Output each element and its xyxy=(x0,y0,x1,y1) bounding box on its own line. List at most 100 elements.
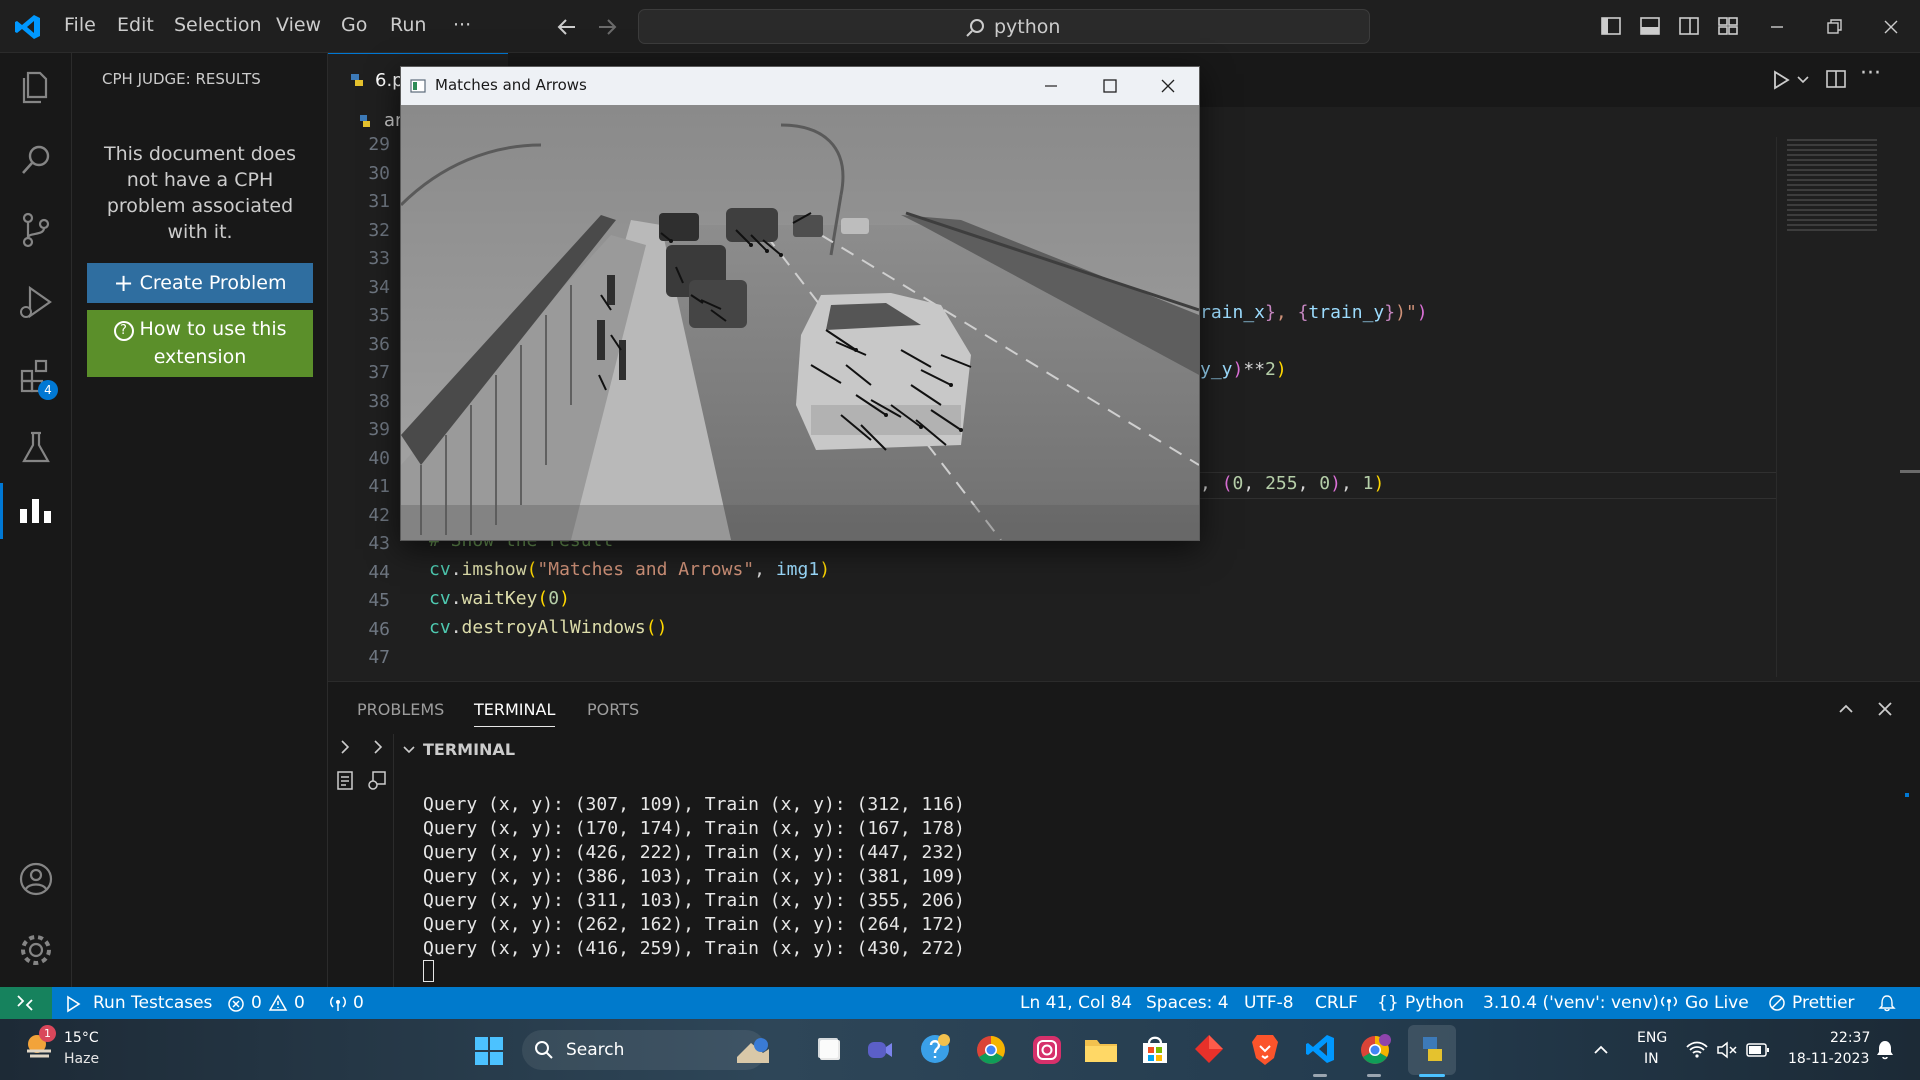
line-number: 42 xyxy=(368,504,390,526)
close-window-icon[interactable] xyxy=(1881,17,1901,37)
menu-file[interactable]: File xyxy=(64,14,96,36)
cursor-position[interactable]: Ln 41, Col 84 xyxy=(1020,993,1132,1013)
toggle-panel-icon[interactable] xyxy=(1639,15,1661,37)
more-actions-icon[interactable]: ··· xyxy=(1860,61,1881,86)
close-icon[interactable] xyxy=(1160,78,1176,94)
python-interpreter[interactable]: 3.10.4 ('venv': venv) xyxy=(1483,993,1659,1013)
menu-run[interactable]: Run xyxy=(390,14,426,36)
line-number: 46 xyxy=(368,618,390,640)
bell-icon[interactable] xyxy=(1878,994,1896,1012)
code-line-45[interactable]: cv.waitKey(0) xyxy=(429,588,570,609)
help-app-icon[interactable] xyxy=(918,1032,952,1066)
code-line-44[interactable]: cv.imshow("Matches and Arrows", img1) xyxy=(429,559,830,580)
menu-view[interactable]: View xyxy=(276,14,321,36)
account-icon[interactable] xyxy=(14,857,58,901)
terminal-list-icon[interactable] xyxy=(334,769,356,791)
brave-browser-icon[interactable] xyxy=(1248,1032,1282,1068)
scrollbar-marker xyxy=(1900,470,1920,473)
run-testcases-button[interactable]: Run Testcases xyxy=(93,993,212,1013)
create-problem-button[interactable]: + Create Problem xyxy=(87,263,313,303)
language-eng[interactable]: ENG xyxy=(1637,1030,1667,1046)
opencv-window: Matches and Arrows xyxy=(400,66,1200,541)
tab-ports[interactable]: PORTS xyxy=(587,700,639,719)
chevron-down-icon[interactable] xyxy=(1796,73,1810,87)
minimap[interactable] xyxy=(1776,137,1900,677)
chevron-right-icon[interactable] xyxy=(336,738,354,756)
maximize-panel-chevron-up-icon[interactable] xyxy=(1836,699,1856,719)
menu-edit[interactable]: Edit xyxy=(117,14,154,36)
red-diamond-app-icon[interactable] xyxy=(1192,1032,1226,1066)
battery-icon[interactable] xyxy=(1746,1042,1770,1058)
chevron-right-icon[interactable] xyxy=(369,738,387,756)
search-view-icon[interactable] xyxy=(14,138,58,182)
run-debug-icon[interactable] xyxy=(14,280,58,324)
clock-time[interactable]: 22:37 xyxy=(1830,1030,1870,1046)
file-explorer-icon[interactable] xyxy=(1083,1034,1119,1066)
customize-layout-icon[interactable] xyxy=(1717,15,1739,37)
chrome-profile-icon[interactable] xyxy=(1358,1033,1392,1067)
indentation[interactable]: Spaces: 4 xyxy=(1146,993,1229,1013)
terminal-scroll-dot xyxy=(1905,793,1909,797)
testing-flask-icon[interactable] xyxy=(14,425,58,469)
code-line-37[interactable]: y_y)**2) xyxy=(1200,359,1287,380)
encoding[interactable]: UTF-8 xyxy=(1244,993,1294,1013)
taskbar-search[interactable]: Search xyxy=(522,1030,766,1070)
menu-go[interactable]: Go xyxy=(341,14,367,36)
menu-selection[interactable]: Selection xyxy=(174,14,262,36)
active-indicator xyxy=(0,483,3,539)
windows-start-icon[interactable] xyxy=(473,1035,505,1067)
restore-icon[interactable] xyxy=(1824,17,1844,37)
cph-judge-icon[interactable] xyxy=(14,489,58,533)
tab-problems[interactable]: PROBLEMS xyxy=(357,700,444,719)
task-view-icon[interactable] xyxy=(814,1034,846,1066)
matches-image[interactable] xyxy=(401,105,1199,540)
run-file-icon[interactable] xyxy=(1770,69,1792,91)
opencv-window-titlebar[interactable]: Matches and Arrows xyxy=(401,67,1199,105)
settings-gear-icon[interactable] xyxy=(14,928,58,972)
line-number: 47 xyxy=(368,647,390,668)
split-editor-icon[interactable] xyxy=(1825,68,1847,90)
code-line-46[interactable]: cv.destroyAllWindows() xyxy=(429,617,667,638)
chrome-icon[interactable] xyxy=(974,1033,1008,1067)
how-to-use-button[interactable]: ? How to use this extension xyxy=(87,310,313,377)
tab-terminal[interactable]: TERMINAL xyxy=(474,700,556,727)
vscode-taskbar-icon[interactable] xyxy=(1304,1033,1336,1065)
minimize-icon[interactable] xyxy=(1043,78,1059,94)
sidebar: CPH JUDGE: RESULTS This document does no… xyxy=(72,53,328,987)
terminal-debug-icon[interactable] xyxy=(366,769,388,791)
source-control-icon[interactable] xyxy=(14,208,58,252)
remote-indicator[interactable] xyxy=(0,987,52,1019)
go-live-button[interactable]: Go Live xyxy=(1685,993,1749,1013)
code-line-41[interactable]: , (0, 255, 0), 1) xyxy=(1200,473,1384,494)
line-number: 43 xyxy=(368,533,390,554)
weather-temp: 15°C xyxy=(64,1030,99,1046)
instagram-icon[interactable] xyxy=(1030,1033,1064,1067)
toggle-sidebar-icon[interactable] xyxy=(1600,15,1622,37)
language-mode[interactable]: Python xyxy=(1405,993,1464,1013)
command-center-search[interactable]: python xyxy=(638,9,1370,44)
forward-arrow-icon[interactable] xyxy=(596,16,618,38)
line-ending[interactable]: CRLF xyxy=(1315,993,1358,1013)
terminal-cursor[interactable] xyxy=(423,960,434,982)
microsoft-store-icon[interactable] xyxy=(1138,1033,1172,1067)
chevron-up-icon[interactable] xyxy=(1592,1041,1610,1059)
chevron-down-icon[interactable] xyxy=(401,742,417,758)
warning-count[interactable]: 0 xyxy=(294,993,305,1013)
error-count[interactable]: 0 xyxy=(251,993,262,1013)
notifications-bell-icon[interactable] xyxy=(1875,1039,1895,1061)
ports-count[interactable]: 0 xyxy=(353,993,364,1013)
code-line-35[interactable]: rain_x}, {train_y})") xyxy=(1200,302,1428,323)
wifi-icon[interactable] xyxy=(1686,1040,1708,1060)
close-panel-icon[interactable] xyxy=(1875,699,1895,719)
teams-chat-icon[interactable] xyxy=(864,1034,896,1066)
minimize-icon[interactable] xyxy=(1767,17,1787,37)
python-app-icon[interactable] xyxy=(1415,1033,1449,1067)
menu-more[interactable]: ··· xyxy=(453,14,471,36)
back-arrow-icon[interactable] xyxy=(556,16,578,38)
explorer-icon[interactable] xyxy=(14,65,58,109)
maximize-icon[interactable] xyxy=(1102,78,1118,94)
toggle-secondary-sidebar-icon[interactable] xyxy=(1678,15,1700,37)
prettier-button[interactable]: Prettier xyxy=(1792,993,1855,1013)
volume-muted-icon[interactable] xyxy=(1716,1040,1738,1060)
active-running-indicator xyxy=(1419,1074,1445,1077)
